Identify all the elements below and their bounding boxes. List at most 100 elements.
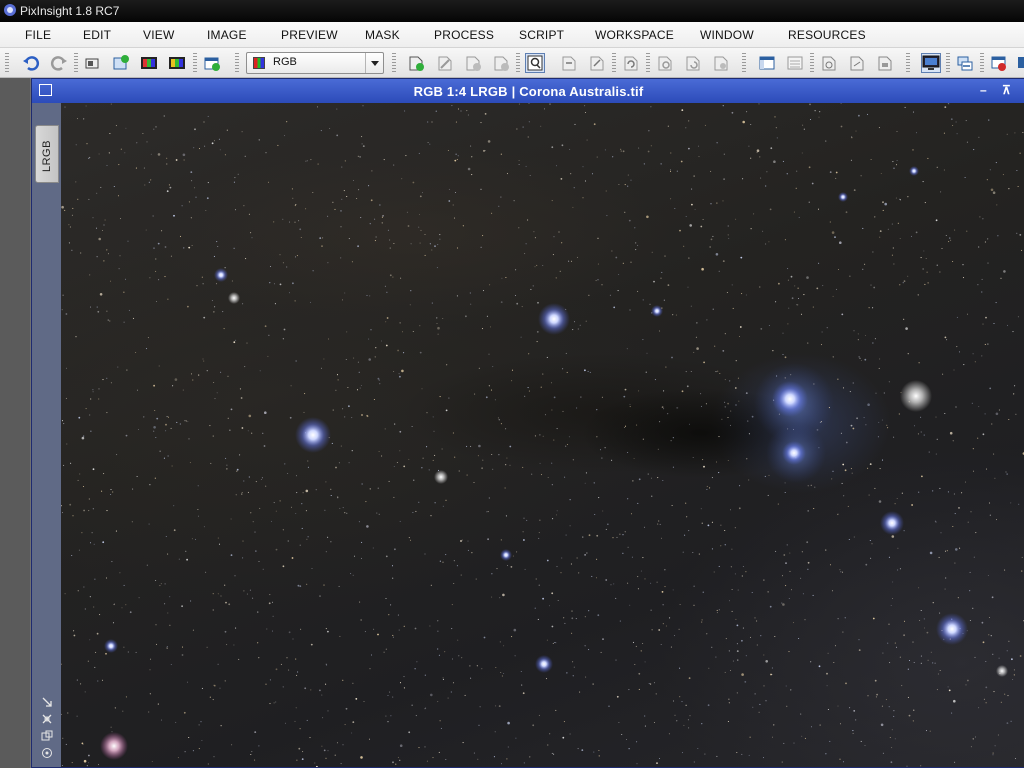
faint-star — [374, 356, 376, 358]
new-window-icon[interactable] — [203, 54, 221, 72]
faint-star — [294, 300, 296, 302]
menu-workspace[interactable]: WORKSPACE — [595, 28, 674, 42]
redo-icon[interactable] — [50, 54, 68, 72]
new-preview-icon[interactable] — [407, 54, 425, 72]
zoom-out-icon[interactable] — [588, 54, 606, 72]
faint-star — [393, 164, 395, 166]
faint-star — [505, 515, 507, 517]
faint-star — [61, 309, 63, 311]
faint-star — [255, 481, 257, 483]
preview-delete-icon[interactable] — [492, 54, 510, 72]
app-title: PixInsight 1.8 RC7 — [20, 4, 120, 18]
faint-star — [157, 703, 159, 705]
previews-icon[interactable] — [41, 730, 53, 742]
faint-star — [269, 282, 271, 284]
menu-process[interactable]: PROCESS — [434, 28, 494, 42]
edit-preview-icon[interactable] — [436, 54, 454, 72]
faint-star — [358, 189, 360, 191]
faint-star — [389, 239, 391, 241]
process-icon-1[interactable] — [656, 54, 674, 72]
faint-star — [734, 573, 736, 575]
target-icon[interactable] — [41, 747, 53, 759]
faint-star — [528, 353, 530, 355]
faint-star — [254, 759, 256, 761]
faint-star — [587, 370, 589, 372]
faint-star — [290, 506, 293, 508]
faint-star — [212, 609, 214, 611]
close-all-icon[interactable] — [990, 54, 1008, 72]
workspace-swap-icon[interactable] — [956, 54, 974, 72]
zoom-tool-icon[interactable] — [525, 53, 545, 73]
menu-image[interactable]: IMAGE — [207, 28, 247, 42]
maximize-icon[interactable]: ⊼ — [1002, 83, 1011, 97]
faint-star — [447, 697, 449, 699]
menu-file[interactable]: FILE — [25, 28, 51, 42]
faint-star — [399, 520, 401, 522]
identifier-icon[interactable] — [84, 54, 102, 72]
image-window[interactable]: RGB 1:4 LRGB | Corona Australis.tif – ⊼ … — [31, 78, 1024, 768]
faint-star — [246, 593, 248, 595]
faint-star — [759, 703, 761, 705]
zoom-actual-icon[interactable] — [41, 713, 53, 725]
image-canvas[interactable] — [61, 103, 1024, 767]
lrgb-channels-icon[interactable] — [168, 54, 186, 72]
menu-resources[interactable]: RESOURCES — [788, 28, 866, 42]
stf-icon[interactable] — [876, 54, 894, 72]
faint-star — [505, 464, 507, 466]
faint-star — [728, 650, 730, 652]
view-explorer-icon[interactable] — [758, 54, 776, 72]
faint-star — [658, 629, 661, 631]
image-window-title-bar[interactable]: RGB 1:4 LRGB | Corona Australis.tif – ⊼ — [32, 79, 1024, 103]
zoom-fit-icon[interactable] — [41, 696, 53, 708]
undo-icon[interactable] — [22, 54, 40, 72]
faint-star — [172, 385, 174, 387]
process-icon-2[interactable] — [684, 54, 702, 72]
faint-star — [692, 456, 694, 459]
faint-star — [91, 532, 93, 534]
color-channels-icon[interactable] — [140, 54, 158, 72]
new-image-icon[interactable] — [112, 54, 130, 72]
faint-star — [787, 279, 789, 281]
preview-add-icon[interactable] — [464, 54, 482, 72]
screen-transfer-icon[interactable] — [921, 53, 941, 73]
fit-view-icon[interactable] — [622, 54, 640, 72]
faint-star — [762, 757, 765, 759]
faint-star — [642, 339, 644, 341]
faint-star — [686, 385, 689, 388]
faint-star — [394, 548, 396, 551]
faint-star — [850, 159, 852, 161]
masks-icon[interactable] — [848, 54, 866, 72]
faint-star — [987, 574, 989, 577]
menu-mask[interactable]: MASK — [365, 28, 400, 42]
menu-script[interactable]: SCRIPT — [519, 28, 564, 42]
overflow-icon[interactable] — [1016, 54, 1024, 72]
faint-star — [1014, 757, 1017, 760]
faint-star — [336, 374, 339, 376]
minimize-icon[interactable]: – — [980, 83, 987, 97]
menu-view[interactable]: VIEW — [143, 28, 174, 42]
color-mode-select[interactable]: RGB — [246, 52, 384, 74]
faint-star — [759, 286, 761, 288]
process-icon-3[interactable] — [712, 54, 730, 72]
faint-star — [413, 479, 415, 481]
faint-star — [891, 597, 894, 600]
history-icon[interactable] — [820, 54, 838, 72]
faint-star — [360, 557, 363, 559]
menu-window[interactable]: WINDOW — [700, 28, 754, 42]
menu-edit[interactable]: EDIT — [83, 28, 111, 42]
faint-star — [597, 279, 599, 281]
chevron-down-icon[interactable] — [365, 53, 383, 73]
faint-star — [821, 331, 823, 333]
faint-star — [397, 349, 399, 352]
view-list-icon[interactable] — [786, 54, 804, 72]
faint-star — [322, 237, 324, 239]
faint-star — [905, 327, 908, 330]
zoom-in-icon[interactable] — [560, 54, 578, 72]
lrgb-tab[interactable]: LRGB — [35, 125, 59, 183]
faint-star — [985, 468, 988, 470]
faint-star — [453, 560, 455, 562]
faint-star — [283, 328, 286, 331]
menu-preview[interactable]: PREVIEW — [281, 28, 338, 42]
faint-star — [179, 235, 182, 237]
faint-star — [635, 645, 637, 647]
